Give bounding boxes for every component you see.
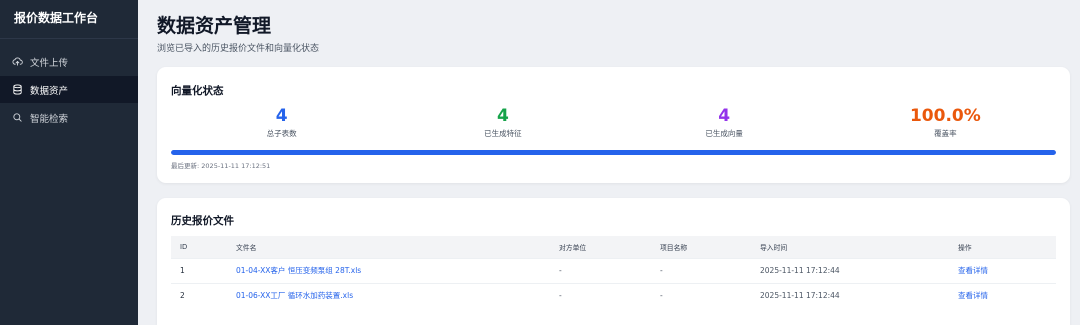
sidebar-item-label: 文件上传 bbox=[30, 57, 69, 69]
sidebar: 报价数据工作台 文件上传 数据资产 智能检索 bbox=[0, 0, 138, 325]
stat-coverage: 100.0% 覆盖率 bbox=[835, 105, 1056, 139]
last-updated-label: 最后更新: bbox=[171, 162, 200, 170]
cell-id: 2 bbox=[171, 282, 227, 308]
sidebar-item-label: 数据资产 bbox=[30, 85, 69, 97]
page-subtitle: 浏览已导入的历史报价文件和向量化状态 bbox=[157, 44, 320, 54]
page-title: 数据资产管理 bbox=[157, 15, 272, 37]
main-content: 数据资产管理 浏览已导入的历史报价文件和向量化状态 向量化状态 4 总子表数 4… bbox=[138, 0, 1080, 325]
app-brand: 报价数据工作台 bbox=[0, 0, 138, 39]
card-title: 向量化状态 bbox=[171, 85, 224, 97]
last-updated: 最后更新: 2025-11-11 17:12:51 bbox=[171, 160, 270, 170]
cell-party: - bbox=[550, 282, 651, 308]
column-header-filename: 文件名 bbox=[236, 243, 257, 252]
table-row: 2 01-06-XX工厂 循环水加药装置.xls - - 2025-11-11 … bbox=[171, 282, 1056, 308]
stat-value: 4 bbox=[718, 106, 731, 126]
view-details-link[interactable]: 查看详情 bbox=[949, 257, 1056, 283]
stat-value: 4 bbox=[275, 106, 288, 126]
history-files-card: 历史报价文件 ID 文件名 对方单位 项目名称 导入时间 操作 1 01-04-… bbox=[157, 198, 1070, 325]
column-header-id: ID bbox=[180, 242, 188, 251]
search-icon bbox=[12, 112, 23, 123]
card-title: 历史报价文件 bbox=[171, 215, 234, 227]
stat-value: 4 bbox=[496, 106, 509, 126]
stat-features-generated: 4 已生成特征 bbox=[392, 105, 613, 139]
last-updated-value: 2025-11-11 17:12:51 bbox=[201, 162, 271, 170]
cell-project: - bbox=[651, 282, 751, 308]
file-name-link[interactable]: 01-04-XX客户 恒压变频泵组 28T.xls bbox=[227, 257, 550, 283]
stat-label: 总子表数 bbox=[266, 129, 297, 138]
sidebar-item-data-assets[interactable]: 数据资产 bbox=[0, 76, 138, 103]
stat-vectors-generated: 4 已生成向量 bbox=[614, 105, 835, 139]
sidebar-item-smart-search[interactable]: 智能检索 bbox=[0, 104, 138, 131]
file-name-link[interactable]: 01-06-XX工厂 循环水加药装置.xls bbox=[227, 282, 550, 308]
stat-label: 覆盖率 bbox=[934, 129, 957, 138]
sidebar-item-label: 智能检索 bbox=[30, 113, 69, 125]
stat-value: 100.0% bbox=[909, 106, 981, 126]
progress-fill bbox=[171, 150, 1056, 155]
table-row: 1 01-04-XX客户 恒压变频泵组 28T.xls - - 2025-11-… bbox=[171, 257, 1056, 283]
upload-cloud-icon bbox=[12, 56, 23, 67]
column-header-project: 项目名称 bbox=[660, 243, 688, 252]
table-header: ID 文件名 对方单位 项目名称 导入时间 操作 bbox=[171, 236, 1056, 258]
sidebar-item-upload[interactable]: 文件上传 bbox=[0, 48, 138, 75]
cell-import-time: 2025-11-11 17:12:44 bbox=[751, 257, 949, 283]
stat-label: 已生成特征 bbox=[484, 129, 522, 138]
view-details-link[interactable]: 查看详情 bbox=[949, 282, 1056, 308]
stat-label: 已生成向量 bbox=[705, 129, 743, 138]
stat-total-subtables: 4 总子表数 bbox=[171, 105, 392, 139]
stats-row: 4 总子表数 4 已生成特征 4 已生成向量 100.0% 覆盖率 bbox=[171, 105, 1056, 139]
coverage-progress-bar bbox=[171, 150, 1056, 155]
sidebar-nav: 文件上传 数据资产 智能检索 bbox=[0, 48, 138, 131]
column-header-party: 对方单位 bbox=[559, 243, 587, 252]
cell-party: - bbox=[550, 257, 651, 283]
database-icon bbox=[12, 84, 23, 95]
cell-import-time: 2025-11-11 17:12:44 bbox=[751, 282, 949, 308]
files-table: ID 文件名 对方单位 项目名称 导入时间 操作 1 01-04-XX客户 恒压… bbox=[171, 236, 1056, 308]
cell-id: 1 bbox=[171, 257, 227, 283]
column-header-action: 操作 bbox=[958, 243, 972, 252]
column-header-import-time: 导入时间 bbox=[760, 243, 788, 252]
cell-project: - bbox=[651, 257, 751, 283]
vectorization-status-card: 向量化状态 4 总子表数 4 已生成特征 4 已生成向量 100.0% 覆盖率 … bbox=[157, 67, 1070, 183]
